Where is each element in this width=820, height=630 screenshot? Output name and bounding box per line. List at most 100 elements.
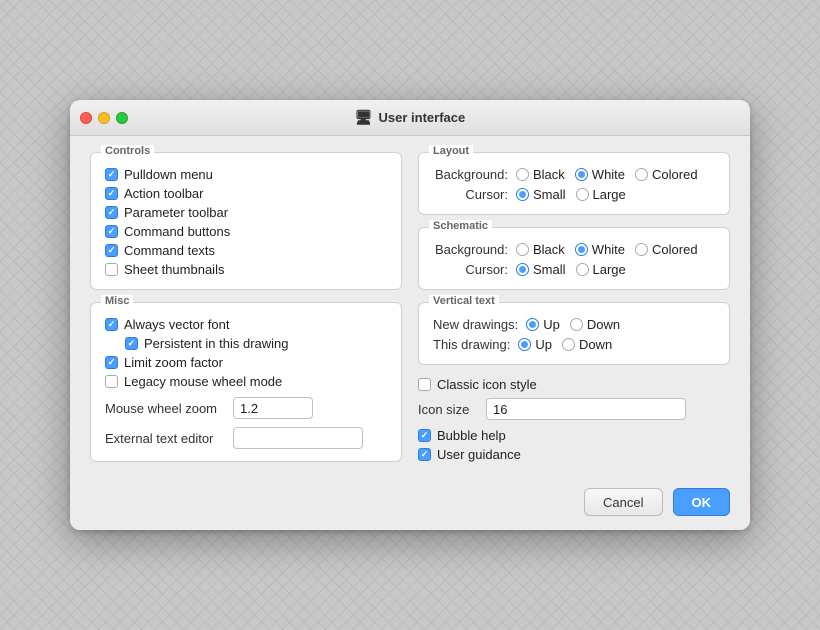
layout-bg-black-radio[interactable] <box>516 168 529 181</box>
command-buttons-checkbox[interactable] <box>105 225 118 238</box>
bottom-right-section: Classic icon style Icon size Bubble help… <box>418 377 730 462</box>
icon-size-input[interactable] <box>486 398 686 420</box>
schematic-bg-colored: Colored <box>635 242 698 257</box>
schematic-cursor-small-label: Small <box>533 262 566 277</box>
layout-bg-colored-label: Colored <box>652 167 698 182</box>
minimize-button[interactable] <box>98 112 110 124</box>
persistent-checkbox[interactable] <box>125 337 138 350</box>
classic-icon-style-checkbox[interactable] <box>418 378 431 391</box>
command-texts-label: Command texts <box>124 243 215 258</box>
layout-background-label: Background: <box>433 167 508 182</box>
external-text-editor-input[interactable] <box>233 427 363 449</box>
this-drawing-down-label: Down <box>579 337 612 352</box>
layout-bg-white-label: White <box>592 167 625 182</box>
schematic-cursor-options: Small Large <box>516 262 626 277</box>
cancel-button[interactable]: Cancel <box>584 488 662 516</box>
layout-cursor-small: Small <box>516 187 566 202</box>
legacy-mouse-label: Legacy mouse wheel mode <box>124 374 282 389</box>
layout-group: Layout Background: Black White <box>418 152 730 215</box>
checkbox-row-pulldown-menu: Pulldown menu <box>105 167 387 182</box>
controls-group: Controls Pulldown menu Action toolbar Pa… <box>90 152 402 290</box>
schematic-group: Schematic Background: Black White <box>418 227 730 290</box>
layout-cursor-row: Cursor: Small Large <box>433 187 715 202</box>
layout-cursor-small-radio[interactable] <box>516 188 529 201</box>
new-drawings-label: New drawings: <box>433 317 518 332</box>
schematic-bg-white: White <box>575 242 625 257</box>
mouse-wheel-zoom-input[interactable] <box>233 397 313 419</box>
new-drawings-row: New drawings: Up Down <box>433 317 715 332</box>
new-drawings-up-label: Up <box>543 317 560 332</box>
schematic-bg-black-label: Black <box>533 242 565 257</box>
close-button[interactable] <box>80 112 92 124</box>
titlebar: 🖥 User interface <box>70 100 750 136</box>
checkbox-row-action-toolbar: Action toolbar <box>105 186 387 201</box>
pulldown-menu-checkbox[interactable] <box>105 168 118 181</box>
misc-group-label: Misc <box>101 295 133 307</box>
window-title: 🖥 User interface <box>355 109 466 126</box>
bottom-bar: Cancel OK <box>70 478 750 530</box>
layout-bg-white-radio[interactable] <box>575 168 588 181</box>
window-icon: 🖥 <box>355 109 373 126</box>
this-drawing-up-radio[interactable] <box>518 338 531 351</box>
always-vector-font-label: Always vector font <box>124 317 230 332</box>
this-drawing-down-radio[interactable] <box>562 338 575 351</box>
limit-zoom-label: Limit zoom factor <box>124 355 223 370</box>
misc-group: Misc Always vector font Persistent in th… <box>90 302 402 462</box>
sheet-thumbnails-label: Sheet thumbnails <box>124 262 224 277</box>
layout-cursor-small-label: Small <box>533 187 566 202</box>
sheet-thumbnails-checkbox[interactable] <box>105 263 118 276</box>
classic-icon-style-row: Classic icon style <box>418 377 730 392</box>
this-drawing-row: This drawing: Up Down <box>433 337 715 352</box>
checkbox-row-command-texts: Command texts <box>105 243 387 258</box>
vertical-text-group-label: Vertical text <box>429 295 499 307</box>
user-guidance-row: User guidance <box>418 447 730 462</box>
layout-cursor-large-label: Large <box>593 187 626 202</box>
new-drawings-up-radio[interactable] <box>526 318 539 331</box>
icon-size-label: Icon size <box>418 402 478 417</box>
schematic-cursor-small: Small <box>516 262 566 277</box>
schematic-bg-black: Black <box>516 242 565 257</box>
schematic-background-row: Background: Black White <box>433 242 715 257</box>
ok-button[interactable]: OK <box>673 488 731 516</box>
bubble-help-checkbox[interactable] <box>418 429 431 442</box>
persistent-label: Persistent in this drawing <box>144 336 289 351</box>
this-drawing-options: Up Down <box>518 337 612 352</box>
checkbox-row-persistent: Persistent in this drawing <box>125 336 387 351</box>
classic-icon-style-label: Classic icon style <box>437 377 537 392</box>
schematic-bg-colored-label: Colored <box>652 242 698 257</box>
schematic-cursor-small-radio[interactable] <box>516 263 529 276</box>
user-guidance-checkbox[interactable] <box>418 448 431 461</box>
layout-group-label: Layout <box>429 145 473 157</box>
schematic-bg-colored-radio[interactable] <box>635 243 648 256</box>
new-drawings-down: Down <box>570 317 620 332</box>
new-drawings-down-radio[interactable] <box>570 318 583 331</box>
always-vector-font-checkbox[interactable] <box>105 318 118 331</box>
schematic-bg-black-radio[interactable] <box>516 243 529 256</box>
layout-cursor-large-radio[interactable] <box>576 188 589 201</box>
vertical-text-group: Vertical text New drawings: Up Down <box>418 302 730 365</box>
layout-bg-black-label: Black <box>533 167 565 182</box>
schematic-cursor-large-radio[interactable] <box>576 263 589 276</box>
mouse-wheel-zoom-row: Mouse wheel zoom <box>105 397 387 419</box>
pulldown-menu-label: Pulldown menu <box>124 167 213 182</box>
limit-zoom-checkbox[interactable] <box>105 356 118 369</box>
parameter-toolbar-checkbox[interactable] <box>105 206 118 219</box>
maximize-button[interactable] <box>116 112 128 124</box>
checkbox-row-parameter-toolbar: Parameter toolbar <box>105 205 387 220</box>
layout-bg-colored-radio[interactable] <box>635 168 648 181</box>
this-drawing-down: Down <box>562 337 612 352</box>
command-texts-checkbox[interactable] <box>105 244 118 257</box>
new-drawings-options: Up Down <box>526 317 620 332</box>
schematic-background-label: Background: <box>433 242 508 257</box>
checkbox-row-sheet-thumbnails: Sheet thumbnails <box>105 262 387 277</box>
command-buttons-label: Command buttons <box>124 224 230 239</box>
legacy-mouse-checkbox[interactable] <box>105 375 118 388</box>
external-text-editor-row: External text editor <box>105 427 387 449</box>
layout-background-row: Background: Black White <box>433 167 715 182</box>
layout-bg-black: Black <box>516 167 565 182</box>
schematic-bg-white-radio[interactable] <box>575 243 588 256</box>
controls-group-label: Controls <box>101 145 154 157</box>
checkbox-row-legacy-mouse: Legacy mouse wheel mode <box>105 374 387 389</box>
this-drawing-up: Up <box>518 337 552 352</box>
action-toolbar-checkbox[interactable] <box>105 187 118 200</box>
